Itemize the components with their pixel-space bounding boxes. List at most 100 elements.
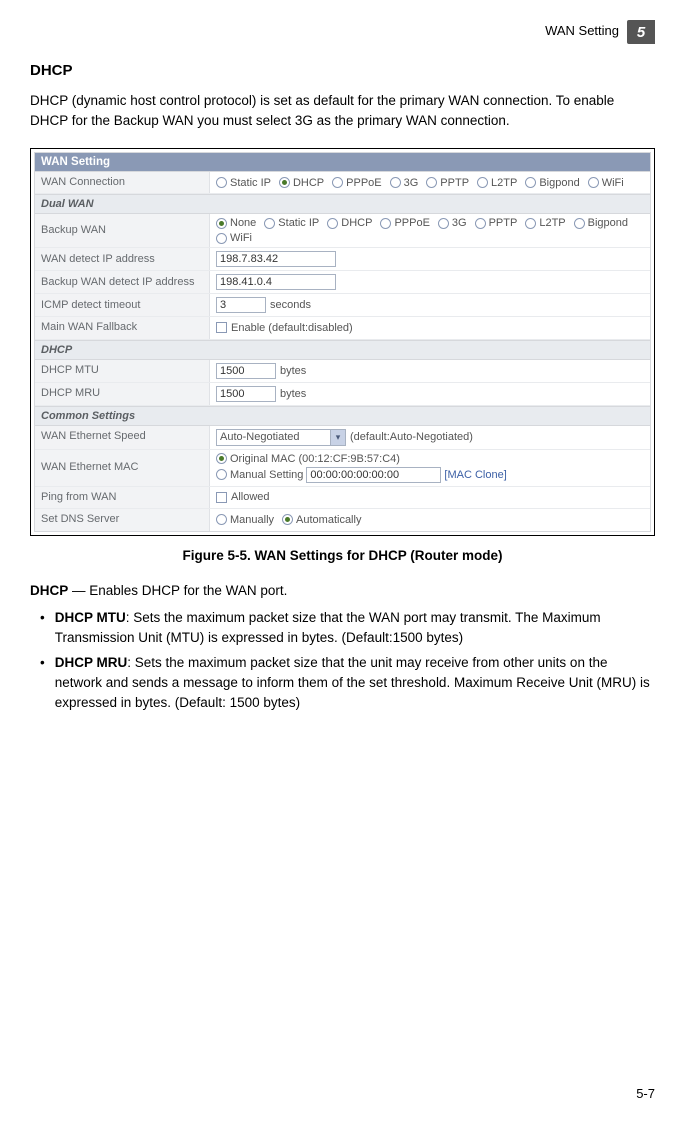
radio-icon: [574, 218, 585, 229]
chevron-down-icon: ▾: [330, 430, 345, 445]
set-dns-options: Manually Automatically: [210, 509, 650, 531]
radio-label: None: [230, 217, 256, 229]
radio-option[interactable]: Static IP: [264, 217, 319, 229]
row-dhcp-mtu: DHCP MTU bytes: [35, 360, 650, 383]
radio-icon: [525, 177, 536, 188]
mac-clone-link[interactable]: [MAC Clone]: [444, 469, 506, 481]
radio-icon: [216, 177, 227, 188]
mac-original-radio[interactable]: Original MAC (00:12:CF:9B:57:C4): [216, 453, 400, 465]
radio-label: PPTP: [440, 177, 469, 189]
dhcp-rest: — Enables DHCP for the WAN port.: [68, 583, 287, 598]
radio-icon: [279, 177, 290, 188]
bullet-marker: •: [40, 653, 45, 712]
mtu-bold: DHCP MTU: [55, 610, 126, 625]
dhcp-mru-unit: bytes: [280, 388, 306, 400]
row-ping-from-wan: Ping from WAN Allowed: [35, 487, 650, 509]
row-set-dns: Set DNS Server Manually Automatically: [35, 509, 650, 531]
radio-option[interactable]: Bigpond: [525, 177, 579, 189]
section-common: Common Settings: [35, 406, 650, 426]
radio-icon: [216, 469, 227, 480]
section-title: DHCP: [30, 62, 655, 79]
radio-icon: [390, 177, 401, 188]
radio-option[interactable]: PPPoE: [332, 177, 381, 189]
wan-eth-speed-select[interactable]: Auto-Negotiated ▾: [216, 429, 346, 446]
radio-option[interactable]: Automatically: [282, 514, 361, 526]
dhcp-mtu-unit: bytes: [280, 365, 306, 377]
label-main-wan-fallback: Main WAN Fallback: [35, 317, 210, 338]
wan-detect-ip-input[interactable]: [216, 251, 336, 267]
row-wan-connection: WAN Connection Static IP DHCP PPPoE 3G PPTP L…: [35, 172, 650, 194]
radio-option[interactable]: Manually: [216, 514, 274, 526]
dhcp-mru-input[interactable]: [216, 386, 276, 402]
mru-bold: DHCP MRU: [55, 655, 128, 670]
row-wan-detect-ip: WAN detect IP address: [35, 248, 650, 271]
radio-option[interactable]: L2TP: [525, 217, 565, 229]
radio-option[interactable]: DHCP: [327, 217, 372, 229]
radio-icon: [282, 514, 293, 525]
radio-label: Automatically: [296, 514, 361, 526]
radio-label: Static IP: [278, 217, 319, 229]
bullet-dhcp-mtu: • DHCP MTU: Sets the maximum packet size…: [30, 608, 655, 647]
radio-option[interactable]: PPTP: [475, 217, 518, 229]
icmp-timeout-input[interactable]: [216, 297, 266, 313]
ping-checkbox[interactable]: [216, 492, 227, 503]
radio-icon: [475, 218, 486, 229]
mac-manual-radio[interactable]: Manual Setting [MAC Clone]: [216, 467, 507, 483]
radio-label: 3G: [452, 217, 467, 229]
radio-icon: [380, 218, 391, 229]
wan-eth-speed-value: Auto-Negotiated: [220, 431, 300, 443]
page-number: 5-7: [636, 1086, 655, 1101]
label-ping-from-wan: Ping from WAN: [35, 487, 210, 508]
radio-icon: [332, 177, 343, 188]
mac-manual-input[interactable]: [306, 467, 441, 483]
radio-option[interactable]: None: [216, 217, 256, 229]
radio-option[interactable]: WiFi: [588, 177, 624, 189]
radio-icon: [216, 218, 227, 229]
radio-option[interactable]: 3G: [438, 217, 467, 229]
radio-label: WiFi: [230, 232, 252, 244]
radio-option[interactable]: Bigpond: [574, 217, 628, 229]
radio-icon: [327, 218, 338, 229]
figure-caption: Figure 5-5. WAN Settings for DHCP (Route…: [30, 548, 655, 563]
wan-eth-speed-default: (default:Auto-Negotiated): [350, 431, 473, 443]
screenshot-frame: WAN Setting WAN Connection Static IPDHCP…: [30, 148, 655, 536]
chapter-badge: 5: [627, 20, 655, 44]
radio-option[interactable]: PPTP: [426, 177, 469, 189]
radio-option[interactable]: PPPoE: [380, 217, 429, 229]
radio-label: 3G: [404, 177, 419, 189]
radio-icon: [216, 514, 227, 525]
section-dhcp: DHCP: [35, 340, 650, 360]
radio-icon: [438, 218, 449, 229]
dhcp-bold: DHCP: [30, 583, 68, 598]
label-wan-connection: WAN Connection: [35, 172, 210, 193]
fallback-checkbox[interactable]: [216, 322, 227, 333]
row-main-wan-fallback: Main WAN Fallback Enable (default:disabl…: [35, 317, 650, 339]
radio-option[interactable]: L2TP: [477, 177, 517, 189]
radio-label: WiFi: [602, 177, 624, 189]
label-wan-detect-ip: WAN detect IP address: [35, 248, 210, 270]
mac-manual-label: Manual Setting: [230, 469, 303, 481]
radio-option[interactable]: WiFi: [216, 232, 252, 244]
radio-option[interactable]: DHCP: [279, 177, 324, 189]
radio-option[interactable]: 3G: [390, 177, 419, 189]
label-backup-detect-ip: Backup WAN detect IP address: [35, 271, 210, 293]
radio-icon: [216, 233, 227, 244]
radio-label: L2TP: [539, 217, 565, 229]
radio-label: PPPoE: [346, 177, 381, 189]
radio-icon: [525, 218, 536, 229]
radio-icon: [216, 453, 227, 464]
dhcp-mtu-input[interactable]: [216, 363, 276, 379]
section-dual-wan: Dual WAN: [35, 194, 650, 214]
radio-option[interactable]: Static IP: [216, 177, 271, 189]
dhcp-enables-paragraph: DHCP — Enables DHCP for the WAN port.: [30, 581, 655, 601]
radio-label: L2TP: [491, 177, 517, 189]
label-set-dns: Set DNS Server: [35, 509, 210, 531]
label-backup-wan: Backup WAN: [35, 214, 210, 247]
mru-rest: : Sets the maximum packet size that the …: [55, 655, 650, 709]
backup-detect-ip-input[interactable]: [216, 274, 336, 290]
fallback-text: Enable (default:disabled): [231, 322, 353, 334]
wan-connection-options: Static IP DHCP PPPoE 3G PPTP L2TP Bigpond WiFi: [210, 172, 650, 193]
bullet-dhcp-mru: • DHCP MRU: Sets the maximum packet size…: [30, 653, 655, 712]
row-wan-eth-mac: WAN Ethernet MAC Original MAC (00:12:CF:…: [35, 450, 650, 487]
row-backup-detect-ip: Backup WAN detect IP address: [35, 271, 650, 294]
